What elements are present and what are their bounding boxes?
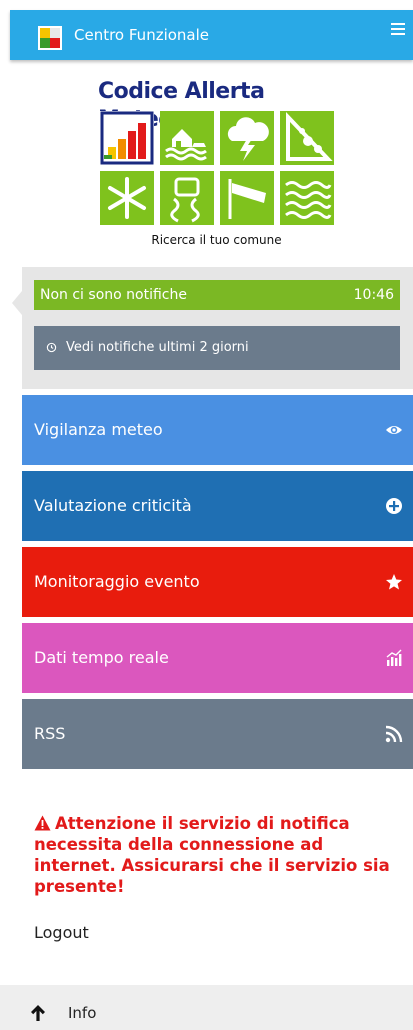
plus-circle-icon xyxy=(386,498,402,514)
tile-snow[interactable] xyxy=(100,171,154,225)
tile-wind[interactable] xyxy=(220,171,274,225)
arrow-up-icon[interactable] xyxy=(30,1004,46,1022)
notification-history-label: Vedi notifiche ultimi 2 giorni xyxy=(66,340,249,355)
chart-icon xyxy=(386,649,402,666)
notification-time: 10:46 xyxy=(353,287,394,303)
tile-thunderstorm[interactable] xyxy=(220,111,274,165)
menu-label: Vigilanza meteo xyxy=(34,420,163,439)
menu-rss[interactable]: RSS xyxy=(22,699,413,769)
ice-road-icon xyxy=(170,177,200,223)
menu-label: Monitoraggio evento xyxy=(34,572,200,591)
menu-valutazione-criticita[interactable]: Valutazione criticità xyxy=(22,471,413,541)
menu-label: Valutazione criticità xyxy=(34,496,192,515)
info-link[interactable]: Info xyxy=(68,1004,96,1022)
menu-dati-tempo-reale[interactable]: Dati tempo reale xyxy=(22,623,413,693)
notification-history-button[interactable]: Vedi notifiche ultimi 2 giorni xyxy=(34,326,400,370)
notification-pointer xyxy=(12,291,22,315)
notification-status-text: Non ci sono notifiche xyxy=(40,287,187,303)
app-logo-icon xyxy=(38,26,62,50)
star-icon xyxy=(386,574,402,590)
menu-label: Dati tempo reale xyxy=(34,648,169,667)
sea-waves-icon xyxy=(285,181,332,219)
flood-house-icon xyxy=(165,129,207,161)
tile-ice[interactable] xyxy=(160,171,214,225)
notification-status-bar: Non ci sono notifiche 10:46 xyxy=(34,280,400,310)
app-title: Centro Funzionale xyxy=(74,26,210,44)
footer-bar xyxy=(0,985,413,1030)
rss-icon xyxy=(385,725,403,743)
windsock-icon xyxy=(228,179,266,219)
connection-warning: Attenzione il servizio di notifica neces… xyxy=(34,813,409,897)
menu-label: RSS xyxy=(34,724,66,743)
eye-icon xyxy=(386,426,402,434)
alert-type-grid xyxy=(100,111,336,229)
search-municipality-link[interactable]: Ricerca il tuo comune xyxy=(0,233,413,247)
logout-link[interactable]: Logout xyxy=(34,923,89,942)
tile-flood[interactable] xyxy=(160,111,214,165)
warning-triangle-icon xyxy=(34,815,51,831)
snowflake-icon xyxy=(108,177,146,219)
tile-landslide[interactable] xyxy=(280,111,334,165)
warning-text: Attenzione il servizio di notifica neces… xyxy=(34,814,390,896)
menu-vigilanza-meteo[interactable]: Vigilanza meteo xyxy=(22,395,413,465)
history-icon xyxy=(46,342,57,353)
thunderstorm-icon xyxy=(227,117,269,161)
alert-levels-icon xyxy=(100,111,154,165)
tile-sea[interactable] xyxy=(280,171,334,225)
landslide-icon xyxy=(286,112,333,161)
hamburger-menu-icon[interactable] xyxy=(391,22,405,36)
tile-alert-levels[interactable] xyxy=(100,111,154,165)
menu-monitoraggio-evento[interactable]: Monitoraggio evento xyxy=(22,547,413,617)
top-app-bar: Centro Funzionale xyxy=(10,10,413,60)
